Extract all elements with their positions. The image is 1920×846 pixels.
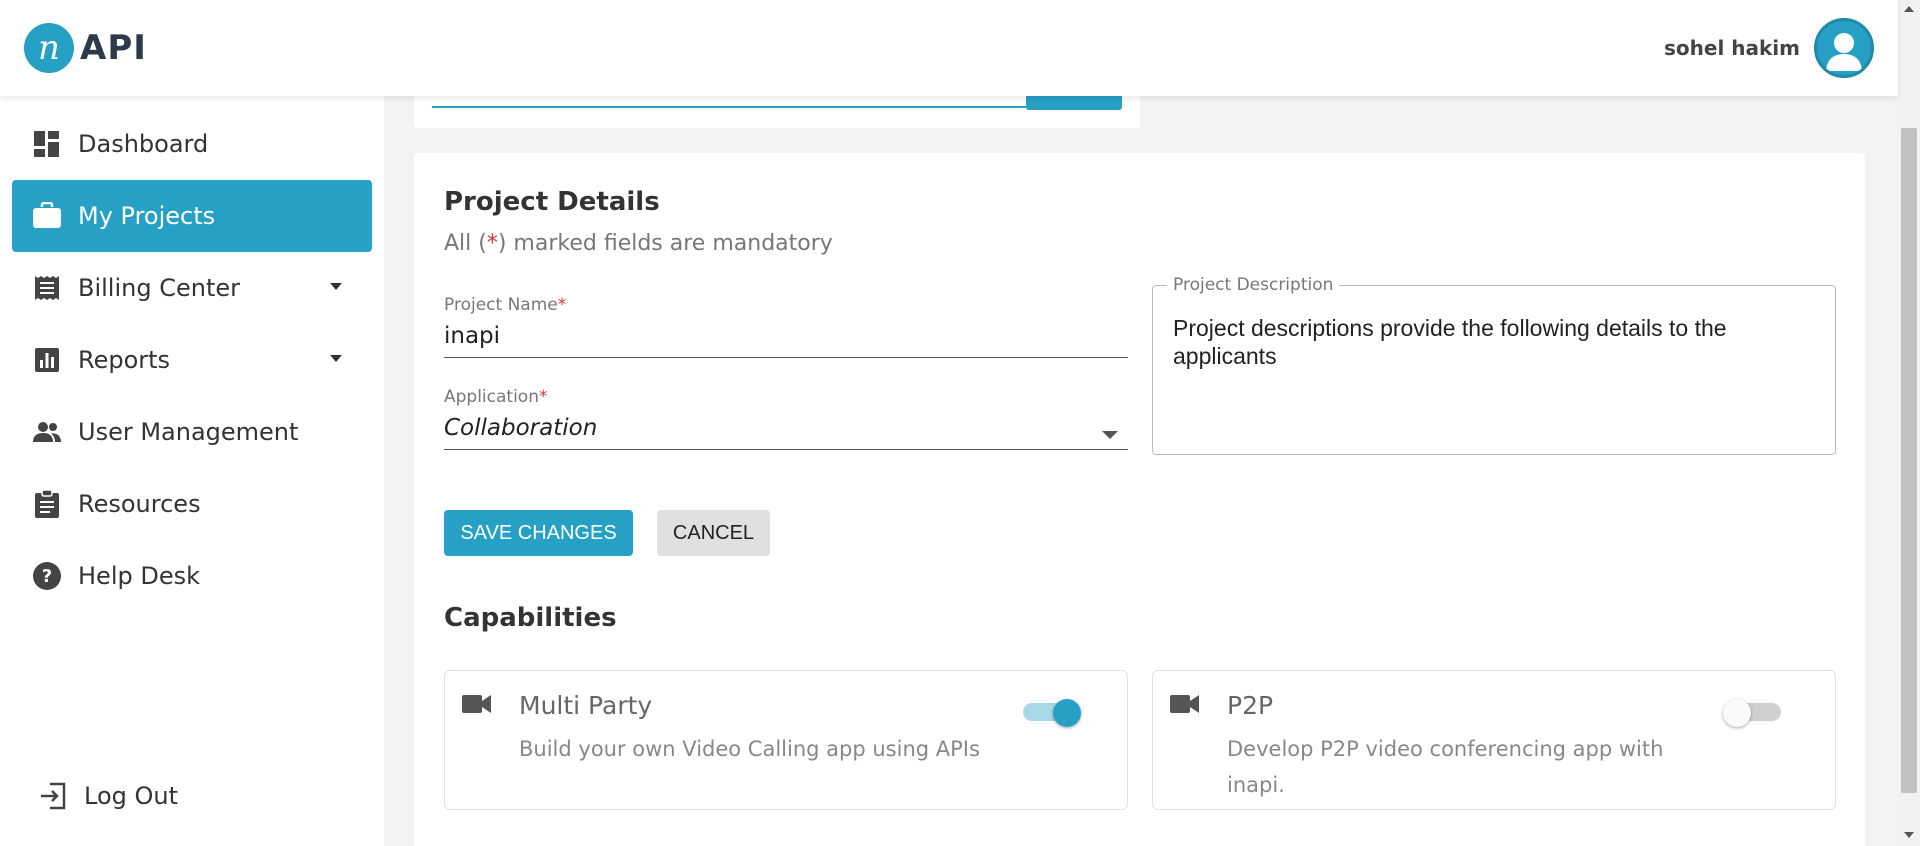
chevron-down-icon[interactable] — [330, 283, 342, 290]
chevron-down-icon[interactable] — [330, 355, 342, 362]
sidebar-item-help-desk[interactable]: ? Help Desk — [12, 540, 372, 612]
video-camera-icon — [461, 693, 493, 720]
sidebar-item-billing-center[interactable]: Billing Center — [12, 252, 372, 324]
top-header: n API sohel hakim — [0, 0, 1898, 96]
sidebar-item-resources[interactable]: Resources — [12, 468, 372, 540]
note-text: ) marked fields are mandatory — [497, 231, 833, 256]
briefcase-icon — [32, 201, 62, 231]
people-icon — [32, 417, 62, 447]
brand-logo-mark: n — [24, 23, 74, 73]
project-description-textarea[interactable]: Project descriptions provide the followi… — [1173, 314, 1815, 370]
scroll-up-icon[interactable] — [1904, 6, 1914, 12]
project-name-input[interactable]: inapi — [444, 323, 1128, 357]
sidebar-item-label: User Management — [78, 418, 299, 446]
label-text: Application — [444, 387, 539, 407]
project-name-field[interactable]: Project Name* inapi — [444, 295, 1128, 358]
multi-party-toggle[interactable] — [1023, 699, 1081, 727]
sidebar-item-my-projects[interactable]: My Projects — [12, 180, 372, 252]
sidebar-item-label: Billing Center — [78, 274, 240, 302]
toggle-thumb — [1723, 699, 1751, 727]
capability-card-p2p: P2P Develop P2P video conferencing app w… — [1152, 670, 1836, 810]
capabilities-title: Capabilities — [444, 603, 617, 633]
chevron-down-icon[interactable] — [1102, 431, 1118, 439]
note-text: All ( — [444, 231, 487, 256]
scroll-down-icon[interactable] — [1904, 832, 1914, 838]
search-input[interactable] — [432, 106, 1028, 108]
logout-button[interactable]: Log Out — [12, 760, 372, 832]
user-menu[interactable]: sohel hakim — [1664, 18, 1874, 78]
logout-icon — [38, 781, 68, 811]
sidebar-item-label: Resources — [78, 490, 201, 518]
video-camera-icon — [1169, 693, 1201, 720]
capability-name: P2P — [1227, 691, 1274, 720]
section-title: Project Details — [444, 187, 660, 217]
save-changes-button[interactable]: SAVE CHANGES — [444, 510, 633, 556]
help-icon: ? — [32, 561, 62, 591]
required-mark: * — [539, 387, 548, 407]
brand-logo[interactable]: n API — [24, 23, 147, 73]
logout-label: Log Out — [84, 782, 179, 810]
sidebar-item-label: Reports — [78, 346, 171, 374]
application-select[interactable]: Application* Collaboration — [444, 387, 1128, 450]
sidebar-item-reports[interactable]: Reports — [12, 324, 372, 396]
page-scrollbar[interactable] — [1898, 0, 1920, 846]
dashboard-icon — [32, 129, 62, 159]
receipt-icon — [32, 273, 62, 303]
sidebar-item-label: Help Desk — [78, 562, 200, 590]
capability-description: Develop P2P video conferencing app with … — [1227, 737, 1664, 797]
p2p-toggle[interactable] — [1723, 699, 1781, 727]
avatar[interactable] — [1814, 18, 1874, 78]
project-description-field[interactable]: Project Description Project descriptions… — [1152, 275, 1836, 455]
clipboard-icon — [32, 489, 62, 519]
required-mark: * — [557, 295, 567, 315]
toggle-thumb — [1053, 699, 1081, 727]
project-name-label: Project Name* — [444, 295, 1128, 315]
label-text: Project Name — [444, 295, 558, 315]
sidebar-item-dashboard[interactable]: Dashboard — [12, 108, 372, 180]
capability-card-multi-party: Multi Party Build your own Video Calling… — [444, 670, 1128, 810]
application-value[interactable]: Collaboration — [444, 415, 1128, 449]
sidebar-item-label: My Projects — [78, 202, 216, 230]
scrollbar-thumb[interactable] — [1901, 128, 1917, 793]
project-description-label: Project Description — [1167, 275, 1340, 295]
sidebar-item-user-management[interactable]: User Management — [12, 396, 372, 468]
cancel-button[interactable]: CANCEL — [657, 510, 770, 556]
sidebar-item-label: Dashboard — [78, 130, 209, 158]
capability-name: Multi Party — [519, 691, 653, 720]
brand-text: API — [80, 28, 147, 68]
required-mark: * — [486, 231, 498, 256]
application-label: Application* — [444, 387, 1128, 407]
sidebar: Dashboard My Projects Billing Center Rep… — [0, 96, 384, 846]
user-name: sohel hakim — [1664, 36, 1800, 60]
user-avatar-icon — [1826, 33, 1862, 71]
mandatory-note: All (*) marked fields are mandatory — [444, 231, 833, 256]
project-details-card: Project Details All (*) marked fields ar… — [414, 153, 1865, 846]
bar-chart-icon — [32, 345, 62, 375]
svg-text:?: ? — [42, 566, 52, 587]
capability-description: Build your own Video Calling app using A… — [519, 737, 980, 761]
